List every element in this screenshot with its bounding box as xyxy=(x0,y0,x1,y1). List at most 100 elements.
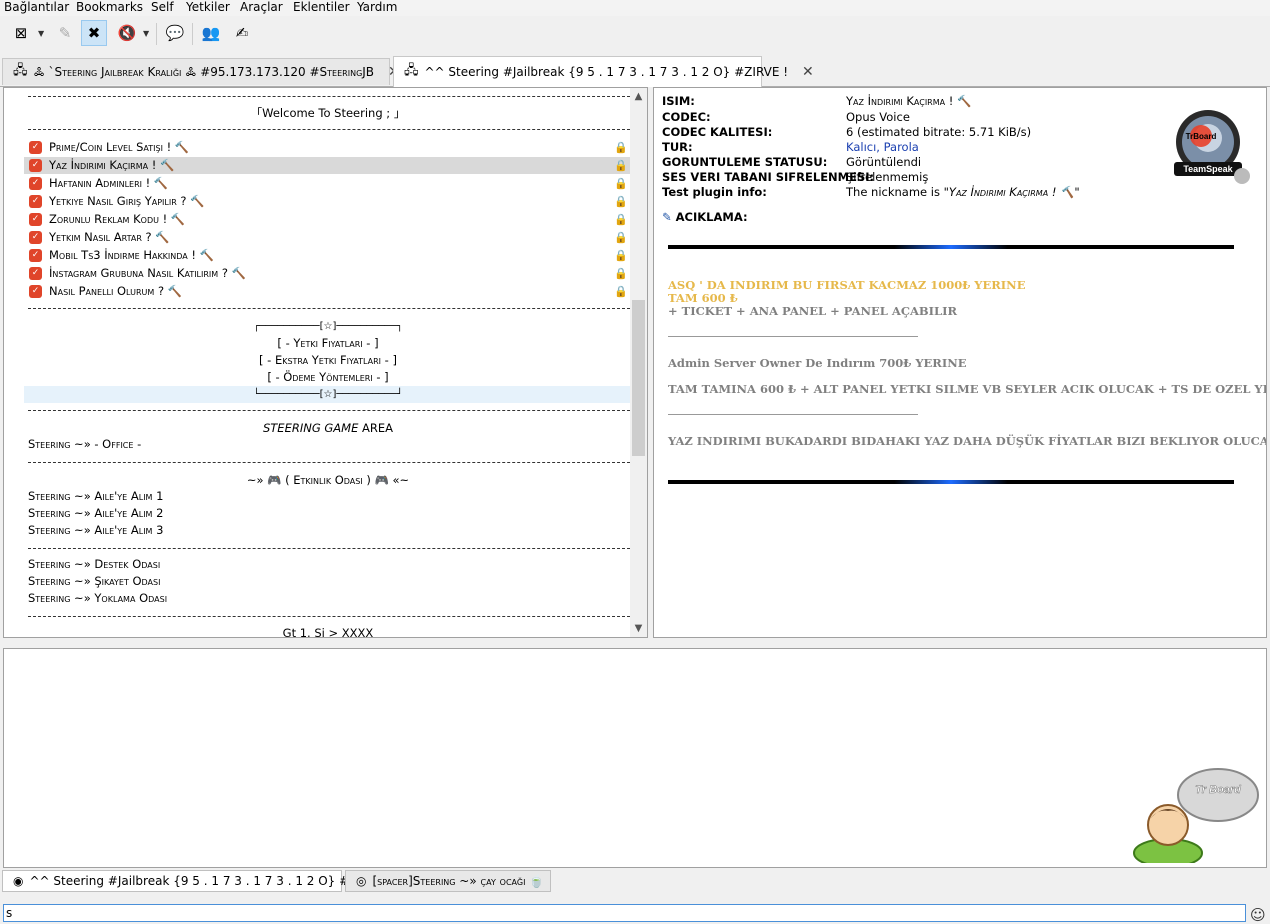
description-divider xyxy=(668,480,1234,484)
contacts-icon[interactable]: 👥 xyxy=(198,20,224,46)
toolbar: ⊠ ▼ ✎ ✖ 🔇 ▼ 💬 👥 ✍ xyxy=(0,17,1270,49)
channel-item[interactable]: Steering ~» - Office - xyxy=(28,436,141,453)
server-tabs: 🖧 ꔆ `Steering Jailbreak Kralığı ꔆ #95.17… xyxy=(0,56,1270,87)
game-area-channel[interactable]: STEERING GAME AREA xyxy=(24,420,632,437)
tab-chat-server[interactable]: ◉ ^^ Steering #Jailbreak {9 5 . 1 7 3 . … xyxy=(2,870,393,892)
channel-item[interactable]: [ - Yetki Fiyatları - ] xyxy=(24,335,632,352)
channel-icon: ✓ xyxy=(29,141,42,154)
channel-item[interactable]: Steering ~» Destek Odası xyxy=(28,556,160,573)
menu-help[interactable]: Yardım xyxy=(353,0,401,14)
channel-item[interactable]: ✓ Nasıl Panelli Olurum ? 🔨 🔒 xyxy=(24,283,632,300)
channel-chat-icon: ◎ xyxy=(356,874,367,888)
box-top[interactable]: ┌──────────[☆]──────────┐ xyxy=(24,318,632,335)
away-icon[interactable]: 🔇 xyxy=(114,20,140,46)
chat-input[interactable]: s xyxy=(3,904,1246,922)
channel-item[interactable]: ✓ Yetkiye Nasıl Giriş Yapılır ? 🔨 🔒 xyxy=(24,193,632,210)
mute-speakers-icon[interactable]: ✖ xyxy=(81,20,107,46)
info-label: TUR: xyxy=(662,140,693,154)
server-icon: 🖧 xyxy=(13,63,28,78)
channel-item[interactable]: Steering ~» Aile'ye Alım 3 xyxy=(28,522,163,539)
chevron-down-icon[interactable]: ▼ xyxy=(630,620,647,637)
chat-bubble-icon[interactable]: 💬 xyxy=(162,20,188,46)
box-bottom[interactable]: └──────────[☆]──────────┘ xyxy=(24,386,632,403)
info-label: GORUNTULEME STATUSU: xyxy=(662,155,828,169)
lock-icon: 🔒 xyxy=(614,249,628,262)
tab-label: ꔆ `Steering Jailbreak Kralığı ꔆ #95.173.… xyxy=(33,64,375,79)
lock-icon: 🔒 xyxy=(614,177,628,190)
token-icon[interactable]: ✍ xyxy=(229,20,255,46)
tab-server-1[interactable]: 🖧 ꔆ `Steering Jailbreak Kralığı ꔆ #95.17… xyxy=(2,58,400,85)
channel-item[interactable]: ✓ Yetkim Nasıl Artar ? 🔨 🔒 xyxy=(24,229,632,246)
trboard-mascot-icon: Tr Board xyxy=(1133,768,1259,863)
description-divider xyxy=(668,245,1234,249)
lock-icon: 🔒 xyxy=(614,141,628,154)
description-line: + TICKET + ANA PANEL + PANEL AÇABILIR xyxy=(668,304,958,318)
menu-self[interactable]: Self xyxy=(147,0,178,14)
divider xyxy=(28,410,630,411)
channel-item[interactable]: ✓ Haftanın Adminleri ! 🔨 🔒 xyxy=(24,175,632,192)
chevron-down-icon[interactable]: ▼ xyxy=(38,29,44,38)
info-type[interactable]: Kalıcı, Parola xyxy=(846,140,919,155)
channel-tree[interactable]: 「Welcome To Steering ; 」 ✓ Prime/Coin Lev… xyxy=(3,87,648,638)
description-heading: ✎ ACIKLAMA: xyxy=(662,210,748,224)
menu-addons[interactable]: Eklentiler xyxy=(289,0,354,14)
channel-item[interactable]: ✓ Zorunlu Reklam Kodu ! 🔨 🔒 xyxy=(24,211,632,228)
mute-microphone-icon[interactable]: ✎ xyxy=(52,20,78,46)
info-status: Görüntülendi xyxy=(846,155,922,169)
channel-icon: ✓ xyxy=(29,285,42,298)
close-icon[interactable]: ✕ xyxy=(802,64,814,80)
channel-item[interactable]: ✓ Prime/Coin Level Satışı ! 🔨 🔒 xyxy=(24,139,632,156)
divider xyxy=(28,616,630,617)
info-label: ISIM: xyxy=(662,94,695,108)
description-line: Admin Server Owner De Indırım 700₺ YERIN… xyxy=(668,356,967,370)
menu-permissions[interactable]: Yetkiler xyxy=(182,0,234,14)
channel-icon: ✓ xyxy=(29,177,42,190)
menu-bookmarks[interactable]: Bookmarks xyxy=(72,0,147,14)
channel-item[interactable]: Steering ~» Şikayet Odası xyxy=(28,573,160,590)
info-quality: 6 (estimated bitrate: 5.71 KiB/s) xyxy=(846,125,1032,139)
channel-item[interactable]: [ - Ödeme Yöntemleri - ] xyxy=(24,369,632,386)
channel-item[interactable]: Steering ~» Aile'ye Alım 1 xyxy=(28,488,163,505)
channel-item[interactable]: ✓ İnstagram Grubuna Nasıl Katılırım ? 🔨 🔒 xyxy=(24,265,632,282)
chat-log[interactable]: Tr Board xyxy=(3,648,1267,868)
svg-text:TeamSpeak: TeamSpeak xyxy=(1183,164,1233,174)
lock-icon: 🔒 xyxy=(614,195,628,208)
channel-icon: ✓ xyxy=(29,195,42,208)
divider xyxy=(28,548,630,549)
channel-item[interactable]: Steering ~» Aile'ye Alım 2 xyxy=(28,505,163,522)
info-codec: Opus Voice xyxy=(846,110,910,124)
toolbar-separator xyxy=(156,23,157,45)
emoji-icon[interactable]: ☺ xyxy=(1250,906,1266,924)
channel-item-selected[interactable]: ✓ Yaz İndirimi Kaçırma ! 🔨 🔒 xyxy=(24,157,632,174)
tree-scrollbar[interactable]: ▲ ▼ xyxy=(630,88,647,637)
scrollbar-thumb[interactable] xyxy=(632,300,645,456)
svg-text:Tr Board: Tr Board xyxy=(1195,784,1241,796)
disconnect-icon[interactable]: ⊠ xyxy=(8,20,34,46)
svg-text:TrBoard: TrBoard xyxy=(1186,132,1217,141)
server-chat-icon: ◉ xyxy=(13,874,24,888)
welcome-channel[interactable]: 「Welcome To Steering ; 」 xyxy=(24,105,632,122)
chevron-down-icon[interactable]: ▼ xyxy=(143,29,149,38)
chat-tabs: ◉ ^^ Steering #Jailbreak {9 5 . 1 7 3 . … xyxy=(0,869,1270,893)
menu-tools[interactable]: Araçlar xyxy=(236,0,287,14)
lock-icon: 🔒 xyxy=(614,285,628,298)
channel-item[interactable]: Gt 1. Si > XXXX xyxy=(24,625,632,637)
info-label: Test plugin info: xyxy=(662,185,767,199)
tab-server-2[interactable]: 🖧 ^^ Steering #Jailbreak {9 5 . 1 7 3 . … xyxy=(393,56,814,87)
lock-icon: 🔒 xyxy=(614,159,628,172)
channel-icon: ✓ xyxy=(29,231,42,244)
event-channel[interactable]: ~» 🎮 ( Etkinlik Odası ) 🎮 «~ xyxy=(24,472,632,489)
info-label: SES VERI TABANI SIFRELENMESI: xyxy=(662,170,875,184)
tab-chat-channel[interactable]: ◎ [spacer]Steering ~» çay ocağı 🍵 xyxy=(345,870,551,892)
channel-icon: ✓ xyxy=(29,159,42,172)
channel-item[interactable]: Steering ~» Yoklama Odası xyxy=(28,590,167,607)
menu-connections[interactable]: Bağlantılar xyxy=(0,0,73,14)
lock-icon: 🔒 xyxy=(614,213,628,226)
channel-item[interactable]: ✓ Mobil Ts3 İndirme Hakkında ! 🔨 🔒 xyxy=(24,247,632,264)
description-underline xyxy=(668,336,918,337)
chevron-up-icon[interactable]: ▲ xyxy=(630,88,647,105)
channel-icon: ✓ xyxy=(29,267,42,280)
channel-item[interactable]: [ - Ekstra Yetki Fiyatları - ] xyxy=(24,352,632,369)
channel-icon: ✓ xyxy=(29,213,42,226)
description-underline xyxy=(668,414,918,415)
